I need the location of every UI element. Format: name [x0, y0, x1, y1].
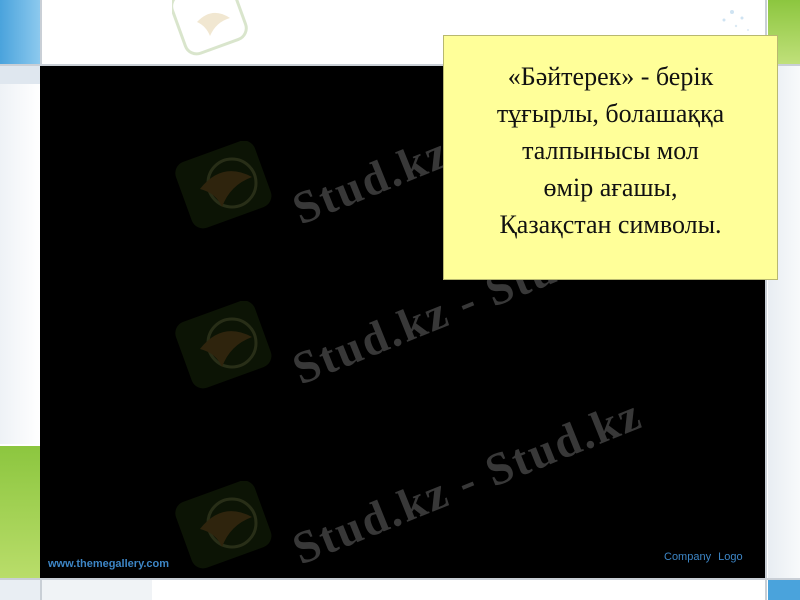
callout-box: «Бәйтерек» - берік тұғырлы, болашаққа та… — [443, 35, 778, 280]
hummingbird-logo-icon — [175, 301, 272, 389]
callout-line: талпынысы мол — [522, 136, 699, 165]
hummingbird-logo-icon — [172, 0, 248, 56]
callout-line: тұғырлы, болашаққа — [496, 99, 725, 128]
callout-line: өмір ағашы, — [543, 173, 678, 202]
company-logo-text: Company Logo — [664, 551, 743, 563]
hummingbird-logo-icon — [175, 141, 272, 229]
left-accent-grey — [0, 580, 40, 600]
callout-line: Қазақстан символы. — [499, 210, 722, 239]
left-accent-grey — [0, 66, 40, 84]
website-link[interactable]: www.themegallery.com — [48, 558, 169, 570]
bottom-tile — [154, 580, 765, 600]
hummingbird-logo-icon — [175, 481, 272, 569]
callout-line: «Бәйтерек» - берік — [507, 62, 714, 91]
right-accent-blue — [768, 580, 800, 600]
left-accent-blue — [0, 0, 40, 64]
left-accent-light — [0, 84, 40, 444]
watermark-text: Stud.kz - Stud.kz — [285, 387, 649, 575]
bottom-tile — [42, 580, 152, 600]
left-accent-green — [0, 446, 40, 578]
